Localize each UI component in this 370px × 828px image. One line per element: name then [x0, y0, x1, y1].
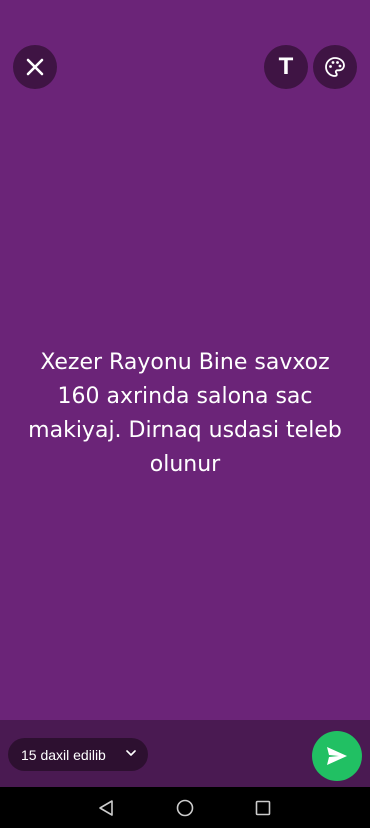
system-nav-bar	[0, 787, 370, 828]
home-icon	[176, 799, 194, 817]
bottom-bar: 15 daxil edilib	[0, 720, 370, 787]
nav-back-button[interactable]	[93, 795, 119, 821]
text-tool-label: T	[278, 53, 294, 80]
color-palette-button[interactable]	[313, 45, 357, 89]
status-canvas[interactable]: T Xezer Rayonu Bine savxoz 160 axrinda s…	[0, 0, 370, 720]
audience-label: 15 daxil edilib	[21, 746, 106, 763]
send-button[interactable]	[312, 731, 362, 781]
status-text[interactable]: Xezer Rayonu Bine savxoz 160 axrinda sal…	[20, 346, 350, 482]
back-icon	[99, 800, 113, 816]
chevron-down-icon	[126, 750, 136, 756]
palette-icon	[325, 57, 345, 77]
send-icon	[327, 747, 347, 765]
close-icon	[26, 58, 44, 76]
nav-recents-button[interactable]	[250, 795, 276, 821]
audience-selector[interactable]: 15 daxil edilib	[8, 738, 148, 771]
nav-home-button[interactable]	[172, 795, 198, 821]
text-tool-button[interactable]: T	[264, 45, 308, 89]
close-button[interactable]	[13, 45, 57, 89]
recents-icon	[255, 800, 271, 816]
